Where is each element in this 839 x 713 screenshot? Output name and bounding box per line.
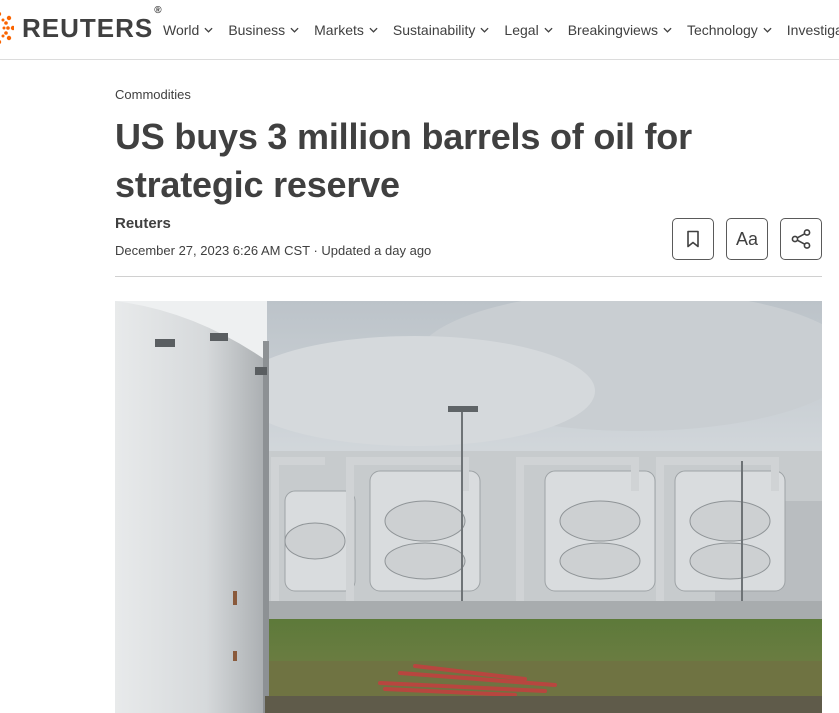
nav-item-label: Legal: [504, 22, 539, 38]
nav-item-label: Breakingviews: [567, 22, 658, 38]
nav-item-label: World: [163, 22, 200, 38]
nav-item-investigations[interactable]: Investigations: [787, 22, 839, 38]
nav-item-label: Technology: [686, 22, 758, 38]
chevron-down-icon: [763, 27, 772, 33]
article-byline[interactable]: Reuters: [115, 215, 171, 232]
nav-item-label: Investigations: [786, 22, 839, 38]
bookmark-icon: [687, 230, 699, 248]
nav-item-breakingviews[interactable]: Breakingviews: [568, 22, 672, 38]
share-icon: [791, 229, 811, 249]
main-nav: World Business Markets Sustainability Le…: [163, 0, 839, 60]
nav-item-markets[interactable]: Markets: [314, 22, 378, 38]
nav-item-label: Sustainability: [392, 22, 476, 38]
nav-item-technology[interactable]: Technology: [687, 22, 772, 38]
chevron-down-icon: [663, 27, 672, 33]
top-navigation: REUTERS® World Business Markets Sustaina…: [0, 0, 839, 60]
save-article-button[interactable]: [672, 218, 714, 260]
share-button[interactable]: [780, 218, 822, 260]
nav-item-label: Markets: [314, 22, 364, 38]
text-size-label: Aa: [735, 228, 759, 249]
text-size-button[interactable]: Aa: [726, 218, 768, 260]
brand-name: REUTERS®: [22, 4, 163, 43]
header-divider: [115, 276, 822, 277]
nav-item-world[interactable]: World: [163, 22, 213, 38]
chevron-down-icon: [204, 27, 213, 33]
nav-item-sustainability[interactable]: Sustainability: [393, 22, 490, 38]
article-lead-image[interactable]: [115, 301, 822, 713]
nav-item-legal[interactable]: Legal: [504, 22, 553, 38]
chevron-down-icon: [544, 27, 553, 33]
nav-item-business[interactable]: Business: [228, 22, 299, 38]
chevron-down-icon: [480, 27, 489, 33]
chevron-down-icon: [290, 27, 299, 33]
reuters-logo-mark-icon: [0, 11, 14, 45]
chevron-down-icon: [369, 27, 378, 33]
article-headline: US buys 3 million barrels of oil for str…: [115, 116, 692, 205]
article-dateline: December 27, 2023 6:26 AM CST · Updated …: [115, 243, 432, 258]
nav-item-label: Business: [228, 22, 286, 38]
reuters-logo[interactable]: REUTERS®: [0, 4, 163, 45]
article-section-link[interactable]: Commodities: [115, 87, 191, 102]
